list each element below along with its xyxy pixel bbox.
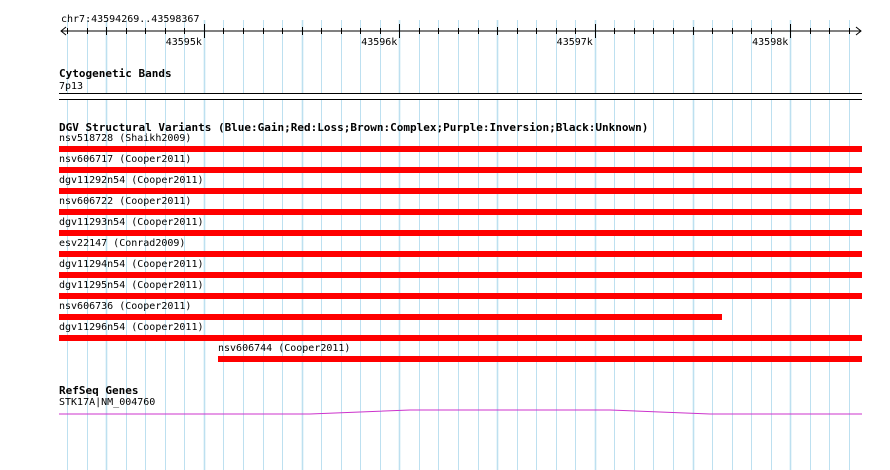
variant-label[interactable]: nsv606736 (Cooper2011) [59, 301, 191, 313]
ruler-tick-label: 43598k [752, 37, 788, 48]
cytoband-track-title[interactable]: Cytogenetic Bands [59, 67, 172, 80]
variant-label[interactable]: nsv606722 (Cooper2011) [59, 196, 191, 208]
variant-label[interactable]: nsv606744 (Cooper2011) [218, 343, 350, 355]
variant-bar[interactable] [59, 230, 862, 236]
refseq-track-title[interactable]: RefSeq Genes [59, 384, 138, 397]
cytoband-label: 7p13 [59, 81, 84, 92]
variant-label[interactable]: esv22147 (Conrad2009) [59, 238, 185, 250]
variant-bar[interactable] [59, 314, 722, 320]
variant-bar[interactable] [59, 251, 862, 257]
ruler-tick-label: 43597k [557, 37, 593, 48]
variant-label[interactable]: nsv606717 (Cooper2011) [59, 154, 191, 166]
variant-label[interactable]: dgv11295n54 (Cooper2011) [59, 280, 204, 292]
variant-label[interactable]: dgv11296n54 (Cooper2011) [59, 322, 204, 334]
variant-label[interactable]: dgv11292n54 (Cooper2011) [59, 175, 204, 187]
gene-intron-line[interactable] [59, 409, 862, 415]
variant-bar[interactable] [59, 335, 862, 341]
variant-label[interactable]: nsv518728 (Shaikh2009) [59, 133, 191, 145]
variant-label[interactable]: dgv11294n54 (Cooper2011) [59, 259, 204, 271]
ruler-tick-label: 43595k [166, 37, 202, 48]
gene-model[interactable] [0, 404, 890, 420]
variant-bar[interactable] [59, 146, 862, 152]
ruler-tick-label: 43596k [361, 37, 397, 48]
variant-bar[interactable] [59, 293, 862, 299]
variant-bar[interactable] [59, 167, 862, 173]
variant-bar[interactable] [218, 356, 862, 362]
ruler-range-label: chr7:43594269..43598367 [61, 14, 200, 25]
ruler: 43595k 43596k 43597k 43598k [60, 24, 862, 48]
variant-bar[interactable] [59, 188, 862, 194]
variant-label[interactable]: dgv11293n54 (Cooper2011) [59, 217, 204, 229]
variant-bar[interactable] [59, 272, 862, 278]
variant-bar[interactable] [59, 209, 862, 215]
cytoband-bar[interactable] [59, 93, 862, 100]
